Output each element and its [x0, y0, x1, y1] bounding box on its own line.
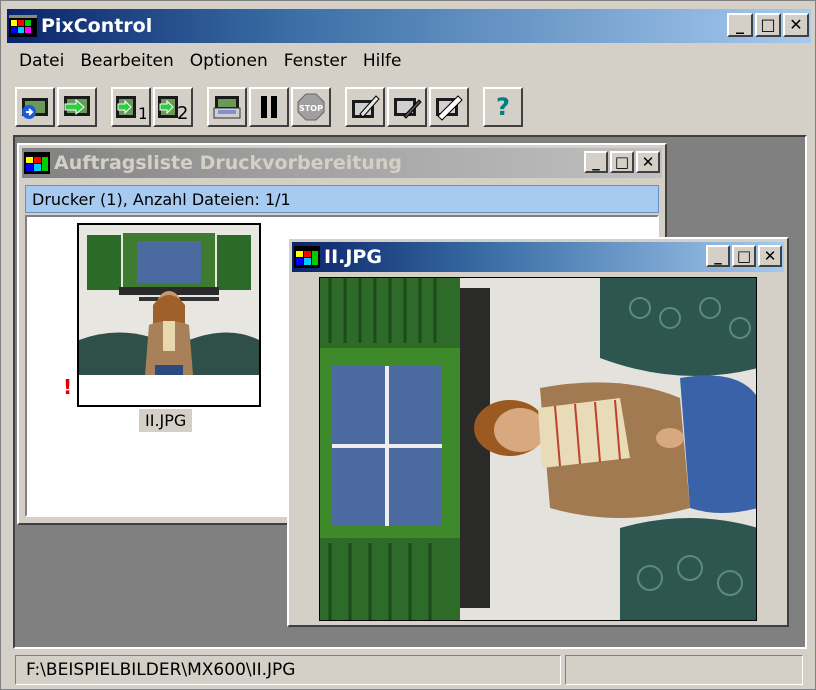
menu-fenster[interactable]: Fenster [276, 49, 355, 77]
stop-label: STOP [299, 104, 323, 113]
job-list-window-icon [24, 152, 50, 174]
close-button[interactable]: ✕ [783, 13, 809, 37]
thumbnail-image [79, 225, 259, 385]
job-list-titlebar[interactable]: Auftragsliste Druckvorbereitung _ □ ✕ [22, 148, 662, 178]
menu-datei[interactable]: Datei [11, 49, 72, 77]
film-edit-icon [352, 95, 380, 118]
tools-button[interactable] [429, 87, 469, 127]
app-title: PixControl [41, 15, 153, 37]
printer-icon [213, 96, 241, 119]
tools-icon [436, 95, 463, 121]
image-viewer-window[interactable]: II.JPG _ □ ✕ [287, 237, 789, 627]
image-preview[interactable] [319, 277, 757, 621]
printer-info-bar: Drucker (1), Anzahl Dateien: 1/1 [25, 185, 659, 213]
preview-photo [320, 278, 756, 620]
menu-bar: Datei Bearbeiten Optionen Fenster Hilfe [11, 49, 410, 77]
job-list-close-button[interactable]: ✕ [636, 151, 660, 173]
status-bar: F:\BEISPIELBILDER\MX600\II.JPG [15, 655, 805, 685]
printer-info-text: Drucker (1), Anzahl Dateien: 1/1 [32, 189, 291, 209]
image-viewer-maximize-button[interactable]: □ [732, 245, 756, 267]
image-viewer-titlebar[interactable]: II.JPG _ □ ✕ [292, 242, 784, 272]
pause-icon [261, 96, 277, 118]
film-one-icon: 1 [116, 96, 146, 122]
stop-icon: STOP [297, 93, 325, 121]
status-path-panel: F:\BEISPIELBILDER\MX600\II.JPG [15, 655, 561, 685]
menu-hilfe[interactable]: Hilfe [355, 49, 410, 77]
job-list-title: Auftragsliste Druckvorbereitung [54, 152, 402, 174]
image-viewer-minimize-button[interactable]: _ [706, 245, 730, 267]
open-folder-button[interactable] [15, 87, 55, 127]
main-window: PixControl _ □ ✕ Datei Bearbeiten Option… [0, 0, 816, 690]
mdi-workspace: Auftragsliste Druckvorbereitung _ □ ✕ Dr… [13, 135, 807, 649]
status-right-panel [565, 655, 803, 685]
film-add-icon [64, 96, 90, 116]
toolbar-one-label: 1 [138, 104, 146, 122]
film-two-icon: 2 [158, 96, 188, 122]
film-pen-icon [394, 98, 422, 119]
toolbar: 1 2 STOP ? [15, 85, 525, 129]
stop-button[interactable]: STOP [291, 87, 331, 127]
help-button[interactable]: ? [483, 87, 523, 127]
file-name-label[interactable]: II.JPG [139, 409, 193, 432]
app-titlebar[interactable]: PixControl _ □ ✕ [7, 9, 811, 43]
print-1-button[interactable]: 1 [111, 87, 151, 127]
image-viewer-title: II.JPG [324, 246, 382, 268]
help-icon: ? [496, 93, 510, 121]
edit-button-1[interactable] [345, 87, 385, 127]
film-open-icon [22, 98, 48, 119]
toolbar-two-label: 2 [177, 103, 188, 122]
status-path: F:\BEISPIELBILDER\MX600\II.JPG [26, 660, 296, 680]
print-button[interactable] [207, 87, 247, 127]
minimize-button[interactable]: _ [727, 13, 753, 37]
add-file-button[interactable] [57, 87, 97, 127]
edit-button-2[interactable] [387, 87, 427, 127]
menu-optionen[interactable]: Optionen [182, 49, 276, 77]
job-list-minimize-button[interactable]: _ [584, 151, 608, 173]
file-thumbnail[interactable] [77, 223, 261, 407]
warning-icon: ! [63, 375, 73, 399]
app-icon [9, 15, 37, 37]
pause-button[interactable] [249, 87, 289, 127]
maximize-button[interactable]: □ [755, 13, 781, 37]
image-viewer-window-icon [294, 246, 320, 268]
image-viewer-close-button[interactable]: ✕ [758, 245, 782, 267]
menu-bearbeiten[interactable]: Bearbeiten [72, 49, 181, 77]
job-list-maximize-button[interactable]: □ [610, 151, 634, 173]
print-2-button[interactable]: 2 [153, 87, 193, 127]
